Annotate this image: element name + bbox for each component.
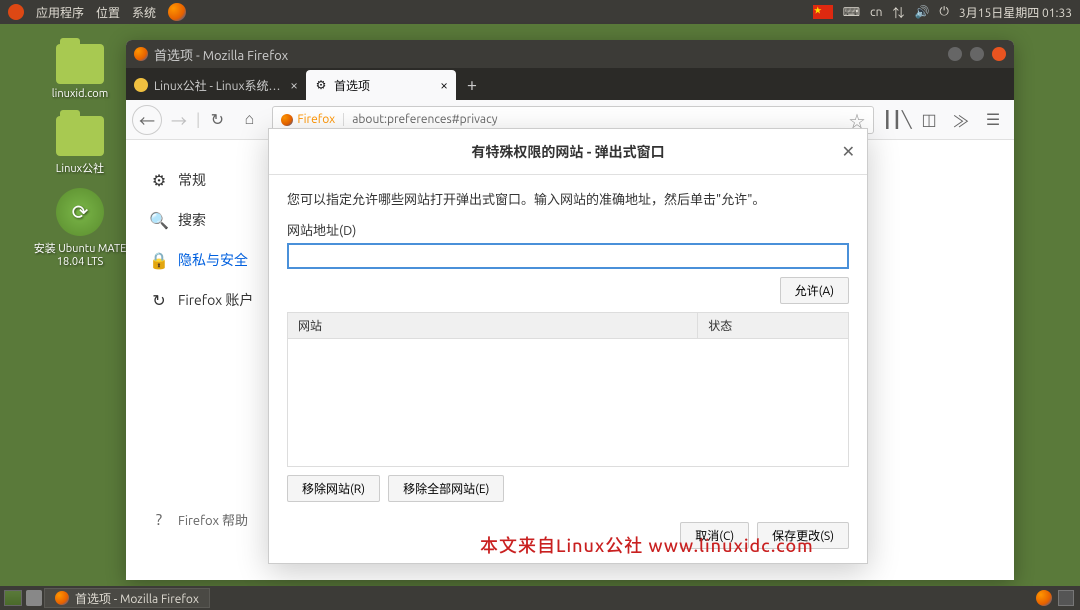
tab-close-icon[interactable]: × (440, 77, 448, 93)
sync-icon: ↻ (150, 291, 168, 310)
sidebar-item-privacy[interactable]: 🔒 隐私与安全 (150, 240, 266, 280)
top-panel: 应用程序 位置 系统 ⌨ cn ⇅ 🔊 ⏻ 3月15日星期四 01:33 (0, 0, 1080, 24)
tab-close-icon[interactable]: × (290, 77, 298, 93)
back-button[interactable]: ← (132, 105, 162, 135)
address-label: 网站地址(D) (287, 220, 849, 239)
sidebar-item-general[interactable]: ⚙ 常规 (150, 160, 266, 200)
home-button[interactable]: ⌂ (234, 105, 264, 135)
search-icon: 🔍 (150, 211, 168, 230)
url-text: about:preferences#privacy (344, 113, 841, 126)
folder-icon (56, 44, 104, 84)
clock[interactable]: 3月15日星期四 01:33 (959, 4, 1072, 21)
dialog-close-icon[interactable]: ✕ (842, 142, 855, 161)
taskbar-item-firefox[interactable]: 首选项 - Mozilla Firefox (44, 588, 210, 608)
window-title: 首选项 - Mozilla Firefox (154, 45, 288, 64)
volume-icon[interactable]: 🔊 (914, 5, 929, 19)
column-status[interactable]: 状态 (698, 313, 848, 338)
maximize-button[interactable] (970, 47, 984, 61)
keyboard-icon[interactable]: ⌨ (843, 5, 860, 19)
gear-icon: ⚙ (314, 78, 328, 92)
website-address-input[interactable] (287, 243, 849, 269)
dialog-description: 您可以指定允许哪些网站打开弹出式窗口。输入网站的准确地址，然后单击"允许"。 (287, 189, 849, 208)
tray-app-icon[interactable] (26, 590, 42, 606)
preferences-sidebar: ⚙ 常规 🔍 搜索 🔒 隐私与安全 ↻ Firefox 账户 ? Firefox… (126, 140, 266, 580)
sidebar-item-label: 隐私与安全 (178, 250, 248, 270)
tray-firefox-icon[interactable] (1036, 590, 1052, 606)
sidebar-item-search[interactable]: 🔍 搜索 (150, 200, 266, 240)
cancel-button[interactable]: 取消(C) (680, 522, 749, 549)
url-identity[interactable]: Firefox (273, 113, 344, 126)
desktop-icon-label: Linux公社 (30, 160, 130, 176)
sidebar-item-account[interactable]: ↻ Firefox 账户 (150, 280, 266, 320)
tab-preferences[interactable]: ⚙ 首选项 × (306, 70, 456, 100)
overflow-icon[interactable]: ≫ (946, 105, 976, 135)
firefox-icon (281, 114, 293, 126)
reload-button[interactable]: ↻ (202, 105, 232, 135)
sidebar-item-label: Firefox 帮助 (178, 510, 248, 529)
firefox-launcher-icon[interactable] (168, 3, 186, 21)
tab-bar: Linux公社 - Linux系统门… × ⚙ 首选项 × + (126, 68, 1014, 100)
tab-favicon-icon (134, 78, 148, 92)
tab-label: 首选项 (334, 77, 370, 94)
ubuntu-logo-icon[interactable] (8, 4, 24, 20)
new-tab-button[interactable]: + (456, 70, 488, 100)
url-brand-label: Firefox (297, 113, 335, 126)
firefox-icon (55, 591, 69, 605)
save-button[interactable]: 保存更改(S) (757, 522, 849, 549)
show-desktop-button[interactable] (4, 590, 22, 606)
network-icon[interactable]: ⇅ (892, 4, 904, 21)
close-button[interactable] (992, 47, 1006, 61)
menu-icon[interactable]: ☰ (978, 105, 1008, 135)
menu-places[interactable]: 位置 (96, 4, 120, 21)
sidebar-item-label: 常规 (178, 170, 206, 190)
sites-table: 网站 状态 (287, 312, 849, 467)
dialog-header: 有特殊权限的网站 - 弹出式窗口 ✕ (269, 129, 867, 175)
taskbar-item-label: 首选项 - Mozilla Firefox (75, 590, 199, 607)
column-site[interactable]: 网站 (288, 313, 698, 338)
gear-icon: ⚙ (150, 171, 168, 190)
desktop-icon-label: 安装 Ubuntu MATE 18.04 LTS (20, 240, 140, 268)
installer-icon: ⟳ (56, 188, 104, 236)
sidebar-item-label: 搜索 (178, 210, 206, 230)
dialog-body: 您可以指定允许哪些网站打开弹出式窗口。输入网站的准确地址，然后单击"允许"。 网… (269, 175, 867, 563)
tab-label: Linux公社 - Linux系统门… (154, 77, 284, 94)
table-header: 网站 状态 (288, 313, 848, 339)
menu-applications[interactable]: 应用程序 (36, 4, 84, 21)
remove-site-button[interactable]: 移除网站(R) (287, 475, 380, 502)
forward-button[interactable]: → (164, 105, 194, 135)
desktop-icon-label: linuxid.com (30, 88, 130, 100)
sidebar-icon[interactable]: ◫ (914, 105, 944, 135)
window-titlebar[interactable]: 首选项 - Mozilla Firefox (126, 40, 1014, 68)
remove-all-button[interactable]: 移除全部网站(E) (388, 475, 504, 502)
power-icon[interactable]: ⏻ (939, 5, 949, 19)
library-icon[interactable]: ┃┃╲ (882, 105, 912, 135)
bottom-panel: 首选项 - Mozilla Firefox (0, 586, 1080, 610)
desktop-folder-linuxid[interactable]: linuxid.com (30, 44, 130, 100)
trash-icon[interactable] (1058, 590, 1074, 606)
popup-exceptions-dialog: 有特殊权限的网站 - 弹出式窗口 ✕ 您可以指定允许哪些网站打开弹出式窗口。输入… (268, 128, 868, 564)
sidebar-item-help[interactable]: ? Firefox 帮助 (150, 500, 266, 539)
help-icon: ? (150, 511, 168, 529)
firefox-icon (134, 47, 148, 61)
input-method-indicator[interactable]: cn (870, 6, 882, 19)
minimize-button[interactable] (948, 47, 962, 61)
desktop-folder-linuxgongshe[interactable]: Linux公社 (30, 116, 130, 176)
tab-linux-gongshe[interactable]: Linux公社 - Linux系统门… × (126, 70, 306, 100)
dialog-title: 有特殊权限的网站 - 弹出式窗口 (471, 142, 664, 162)
lock-icon: 🔒 (150, 251, 168, 270)
flag-icon (813, 5, 833, 19)
folder-icon (56, 116, 104, 156)
allow-button[interactable]: 允许(A) (780, 277, 849, 304)
menu-system[interactable]: 系统 (132, 4, 156, 21)
sidebar-item-label: Firefox 账户 (178, 290, 253, 310)
desktop-installer[interactable]: ⟳ 安装 Ubuntu MATE 18.04 LTS (20, 188, 140, 268)
